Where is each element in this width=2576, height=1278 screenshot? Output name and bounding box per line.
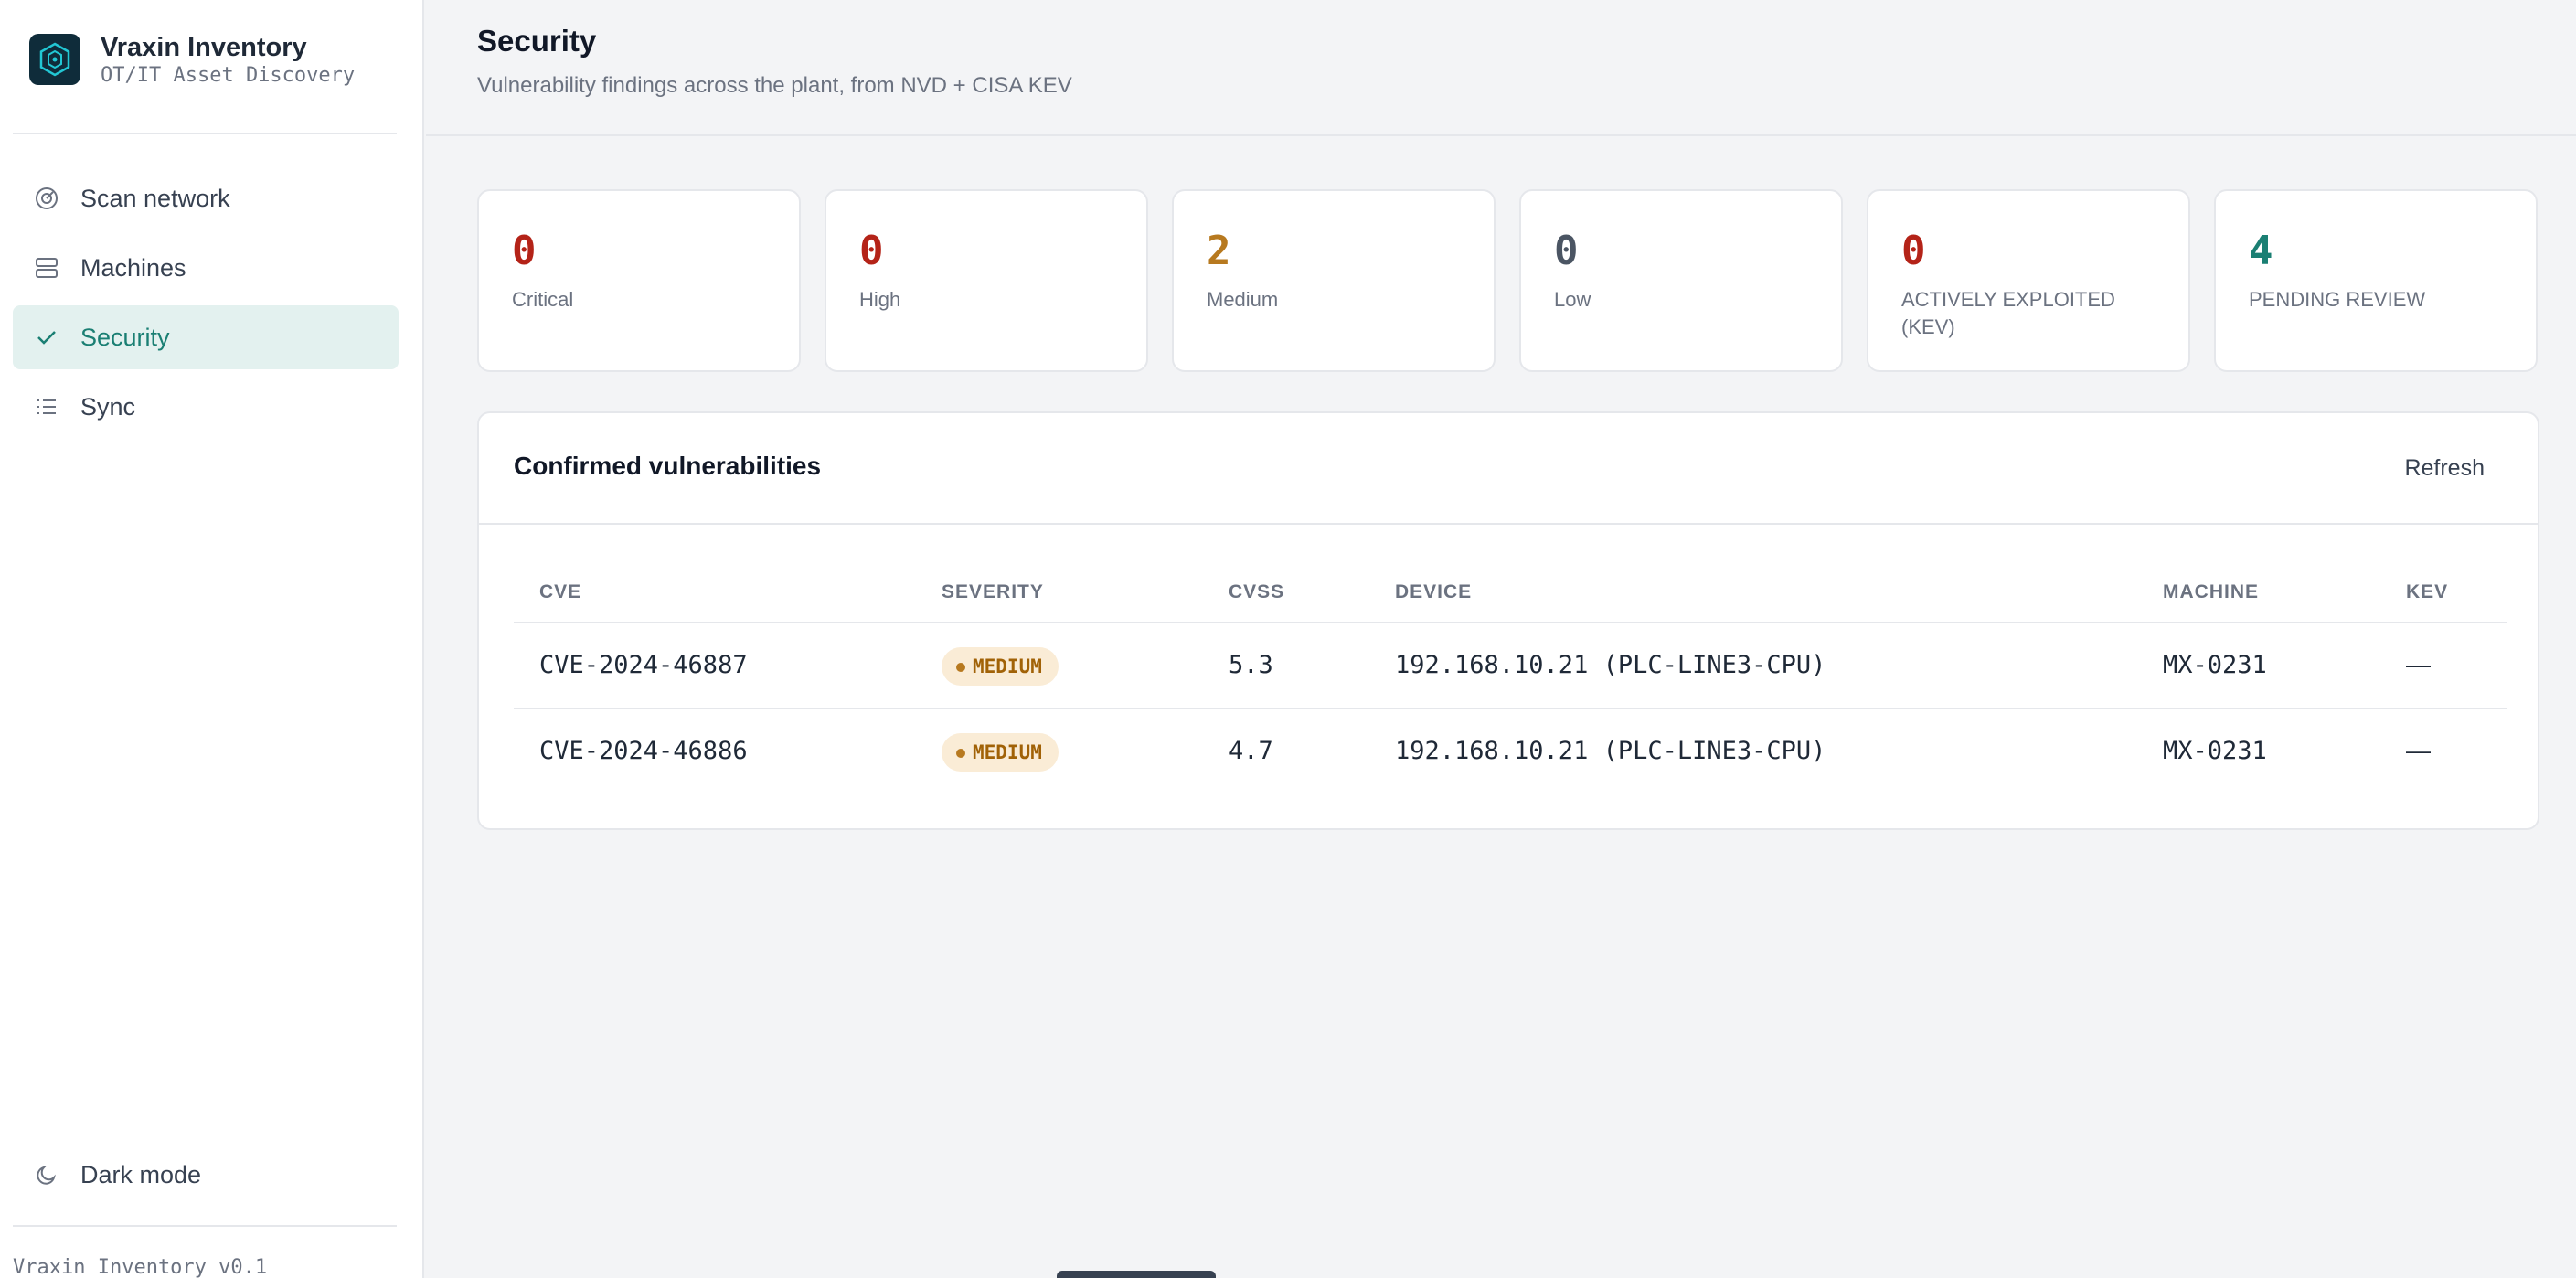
sidebar-item-security[interactable]: Security — [13, 305, 399, 369]
table-row[interactable]: CVE-2024-46886 MEDIUM 4.7 192.168.10.21 … — [514, 709, 2507, 795]
stats-row: 0 Critical 0 High 2 Medium 0 Low 0 ACTIV… — [477, 189, 2538, 372]
machine-id: MX-0231 — [2163, 651, 2267, 679]
severity-badge: MEDIUM — [942, 647, 1059, 686]
stat-value: 0 — [1901, 228, 1926, 274]
stat-value: 0 — [859, 228, 884, 274]
moon-icon — [33, 1161, 60, 1188]
page-title: Security — [477, 24, 597, 58]
table-row[interactable]: CVE-2024-46887 MEDIUM 5.3 192.168.10.21 … — [514, 623, 2507, 709]
cvss-score: 4.7 — [1229, 737, 1273, 765]
stat-card-critical: 0 Critical — [477, 189, 801, 372]
sidebar-item-sync[interactable]: Sync — [13, 375, 399, 439]
stat-card-high: 0 High — [825, 189, 1148, 372]
column-header-severity[interactable]: SEVERITY — [942, 581, 1044, 603]
stat-label: Medium — [1207, 288, 1279, 311]
stat-card-kev: 0 ACTIVELY EXPLOITED (KEV) — [1867, 189, 2190, 372]
stat-label: PENDING REVIEW — [2249, 288, 2426, 311]
radar-icon — [33, 185, 60, 212]
sidebar: Vraxin Inventory OT/IT Asset Discovery S… — [0, 0, 424, 1278]
refresh-button[interactable]: Refresh — [2404, 455, 2485, 482]
app-logo-icon — [29, 34, 80, 85]
app-name: Vraxin Inventory — [101, 33, 307, 62]
device: 192.168.10.21 (PLC-LINE3-CPU) — [1395, 737, 1826, 765]
sidebar-item-label: Sync — [80, 392, 136, 421]
cve-id[interactable]: CVE-2024-46887 — [539, 651, 748, 679]
stat-label: Low — [1554, 288, 1591, 311]
kev-status: — — [2406, 651, 2431, 678]
server-icon — [33, 254, 60, 282]
page-header: Security Vulnerability findings across t… — [426, 0, 2576, 136]
device: 192.168.10.21 (PLC-LINE3-CPU) — [1395, 651, 1826, 679]
app-version: Vraxin Inventory v0.1 — [13, 1256, 268, 1278]
brand: Vraxin Inventory OT/IT Asset Discovery — [29, 31, 355, 88]
panel-title: Confirmed vulnerabilities — [514, 452, 822, 480]
dark-mode-label: Dark mode — [80, 1160, 202, 1188]
machine-id: MX-0231 — [2163, 737, 2267, 765]
stat-value: 2 — [1207, 228, 1231, 274]
app-subtitle: OT/IT Asset Discovery — [101, 64, 356, 87]
list-icon — [33, 393, 60, 421]
sidebar-item-machines[interactable]: Machines — [13, 236, 399, 300]
stat-value: 0 — [512, 228, 537, 274]
severity-badge: MEDIUM — [942, 733, 1059, 772]
stat-card-low: 0 Low — [1519, 189, 1843, 372]
table-header: CVE SEVERITY CVSS DEVICE MACHINE KEV — [514, 559, 2507, 623]
stat-value: 0 — [1554, 228, 1579, 274]
sidebar-item-label: Security — [80, 323, 170, 351]
stat-label: High — [859, 288, 901, 311]
column-header-cve[interactable]: CVE — [539, 581, 581, 603]
kev-status: — — [2406, 737, 2431, 764]
column-header-kev[interactable]: KEV — [2406, 581, 2448, 603]
stat-label: Critical — [512, 288, 574, 311]
cve-id[interactable]: CVE-2024-46886 — [539, 737, 748, 765]
scrollbar-thumb[interactable] — [1057, 1271, 1216, 1278]
cvss-score: 5.3 — [1229, 651, 1273, 679]
sidebar-item-scan-network[interactable]: Scan network — [13, 166, 399, 230]
stat-value: 4 — [2249, 228, 2273, 274]
dark-mode-toggle[interactable]: Dark mode — [33, 1143, 201, 1207]
divider — [13, 133, 397, 134]
column-header-machine[interactable]: MACHINE — [2163, 581, 2259, 603]
divider — [13, 1225, 397, 1227]
page-subtitle: Vulnerability findings across the plant,… — [477, 73, 1072, 98]
check-icon — [33, 324, 60, 351]
panel-header: Confirmed vulnerabilities Refresh — [479, 413, 2538, 525]
sidebar-item-label: Scan network — [80, 184, 230, 212]
sidebar-nav: Scan network Machines Security Sync — [13, 166, 399, 444]
stat-label: ACTIVELY EXPLOITED (KEV) — [1901, 288, 2115, 338]
column-header-device[interactable]: DEVICE — [1395, 581, 1472, 603]
vulnerabilities-panel: Confirmed vulnerabilities Refresh CVE SE… — [477, 411, 2539, 830]
column-header-cvss[interactable]: CVSS — [1229, 581, 1284, 603]
stat-card-pending-review: 4 PENDING REVIEW — [2214, 189, 2538, 372]
vulnerabilities-table: CVE SEVERITY CVSS DEVICE MACHINE KEV CVE… — [514, 559, 2507, 795]
sidebar-item-label: Machines — [80, 253, 186, 282]
stat-card-medium: 2 Medium — [1172, 189, 1496, 372]
